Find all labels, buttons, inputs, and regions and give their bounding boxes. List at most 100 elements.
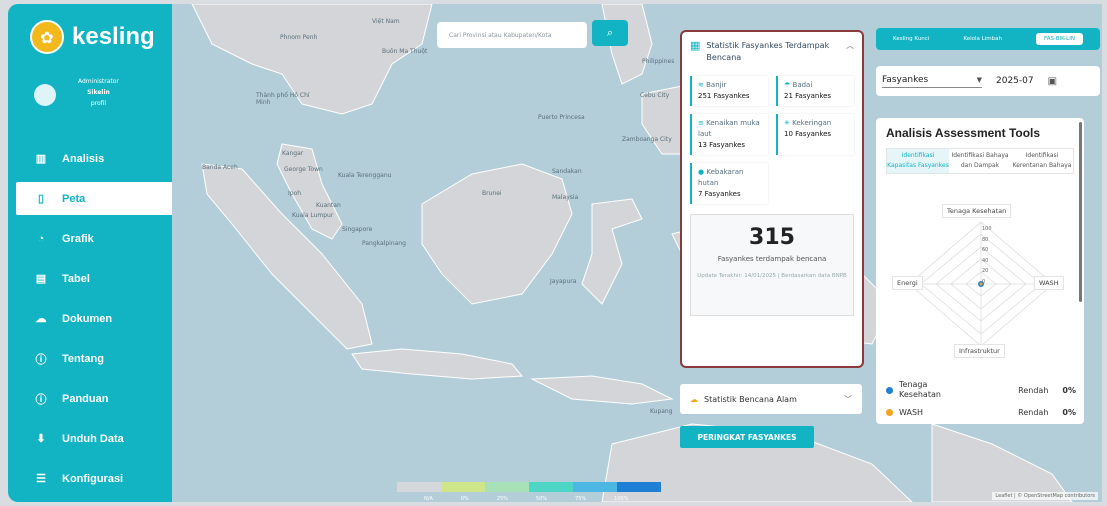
legend-tick: 0% <box>460 496 469 502</box>
profile-link[interactable]: profil <box>78 98 119 109</box>
period-picker[interactable]: 2025-07 ▣ <box>996 76 1057 87</box>
map-label: Kangar <box>282 150 304 157</box>
assessment-title: Analisis Assessment Tools <box>886 126 1041 140</box>
tab-kesling-kunci[interactable]: Kesling Kunci <box>893 36 929 42</box>
chevron-down-icon[interactable]: ﹀ <box>844 394 852 405</box>
legend-swatch <box>617 482 661 492</box>
search-input[interactable]: Cari Provinsi atau Kabupaten/Kota <box>437 22 587 48</box>
stat-bencana-alam-panel[interactable]: ☁ Statistik Bencana Alam ﹀ <box>680 384 862 414</box>
sidebar-item-peta[interactable]: ▯ Peta <box>16 182 174 215</box>
stat-panel-header[interactable]: ▦ Statistik Fasyankes Terdampak Bencana … <box>690 40 854 64</box>
legend-tick: 100% <box>614 496 629 502</box>
legend-swatch <box>397 482 441 492</box>
drought-icon: ✳ <box>784 119 790 127</box>
map-label: Zamboanga City <box>622 136 672 143</box>
axis-label-energi: Energi <box>892 276 923 290</box>
search-icon: ⌕ <box>606 26 614 39</box>
legend-tick: 75% <box>575 496 587 502</box>
map-label: Kupang <box>650 408 673 415</box>
assessment-row: WASH Rendah 0% <box>886 408 1076 417</box>
sidebar-item-label: Peta <box>62 192 86 205</box>
card-value: 21 Fasyankes <box>784 92 832 100</box>
sidebar-item-label: Unduh Data <box>62 432 124 445</box>
legend-swatch <box>573 482 617 492</box>
map-label: Kuala Lumpur <box>292 212 334 219</box>
user-role: Administrator <box>78 78 119 85</box>
series-dot <box>886 386 893 394</box>
axis-label-infrastruktur: Infrastruktur <box>954 344 1005 358</box>
avatar[interactable] <box>34 84 56 106</box>
scrollbar[interactable] <box>1079 122 1082 302</box>
card-value: 7 Fasyankes <box>698 190 741 198</box>
map-label: Puerto Princesa <box>538 114 585 121</box>
sidebar-item-analisis[interactable]: ▥ Analisis <box>8 142 174 175</box>
map-label: Thành phố Hồ Chí Minh <box>256 92 310 106</box>
peringkat-fasyankes-button[interactable]: PERINGKAT FASYANKES <box>680 426 814 448</box>
radar-tick: 60 <box>982 247 989 253</box>
map-label: Philippines <box>642 58 675 65</box>
cloud-icon: ☁ <box>35 313 47 325</box>
legend-swatch <box>441 482 485 492</box>
card-label: Banjir <box>706 81 727 89</box>
map-label: Kuantan <box>316 202 341 209</box>
tab-identifikasi-kerentanan[interactable]: Identifikasi Kerentanan Bahaya <box>1011 149 1073 173</box>
tab-fas-bik-lin[interactable]: FAS-BIK-LIN <box>1036 33 1083 45</box>
tab-identifikasi-kapasitas[interactable]: Identifikasi Kapasitas Fasyankes <box>887 149 949 173</box>
map-label: Malaysia <box>552 194 579 201</box>
period-value: 2025-07 <box>996 76 1034 86</box>
card-label: Kekeringan <box>792 119 832 127</box>
radar-tick: 20 <box>982 268 989 274</box>
search-button[interactable]: ⌕ <box>592 20 628 46</box>
calendar-icon[interactable]: ▣ <box>1048 76 1057 87</box>
radar-tick: 100 <box>982 226 992 232</box>
sidebar-item-grafik[interactable]: ◔ Grafik <box>8 222 174 255</box>
stat-panel-title: Statistik Fasyankes Terdampak Bencana <box>706 41 830 62</box>
row-percent: 0% <box>1062 385 1076 395</box>
map-label: Ipoh <box>288 190 302 197</box>
row-name: Tenaga Kesehatan <box>899 380 941 399</box>
storm-icon: ☂ <box>784 81 791 89</box>
sidebar-item-tentang[interactable]: ⓘ Tentang <box>8 342 174 375</box>
weather-icon: ☁ <box>690 394 698 404</box>
sidebar-item-tabel[interactable]: ▤ Tabel <box>8 262 174 295</box>
update-note: Update Terakhir: 14/01/2025 | Berdasarka… <box>697 273 847 279</box>
top-tabs: Kesling Kunci Kelola Limbah FAS-BIK-LIN <box>876 28 1100 50</box>
map-icon: ▯ <box>37 193 45 205</box>
chevron-up-icon[interactable]: ︿ <box>846 40 854 52</box>
map-label: Singapore <box>342 226 373 233</box>
radar-tick: 80 <box>982 236 989 243</box>
map-label: Kuala Terengganu <box>338 172 392 179</box>
card-value: 10 Fasyankes <box>784 130 832 138</box>
sidebar-item-label: Dokumen <box>62 312 113 325</box>
map-label: Phnom Penh <box>280 34 318 41</box>
caret-down-icon: ▼ <box>976 75 982 84</box>
tab-identifikasi-bahaya[interactable]: Identifikasi Bahaya dan Dampak <box>949 149 1011 173</box>
sidebar-item-dokumen[interactable]: ☁ Dokumen <box>8 302 174 335</box>
axis-label-tenaga-kesehatan: Tenaga Kesehatan <box>942 204 1012 218</box>
map-legend-scale <box>397 482 661 496</box>
legend-tick: N/A <box>424 496 433 502</box>
sidebar: ✿ kesling Administrator Sikelin profil ▥… <box>8 4 174 502</box>
map-label: Pangkalpinang <box>362 240 406 247</box>
axis-label-wash: WASH <box>1034 276 1064 290</box>
sidebar-item-label: Tabel <box>62 272 90 285</box>
sidebar-item-panduan[interactable]: ⓘ Panduan <box>8 382 174 415</box>
table-icon: ▤ <box>35 273 47 285</box>
sidebar-item-unduh-data[interactable]: ⬇ Unduh Data <box>8 422 174 455</box>
filter-bar: Fasyankes ▼ 2025-07 ▣ <box>876 66 1100 96</box>
row-level: Rendah <box>1018 385 1049 395</box>
app-logo[interactable]: ✿ kesling <box>30 20 155 54</box>
sidebar-nav: ▥ Analisis ▯ Peta ◔ Grafik ▤ Tabel ☁ Dokumen … <box>8 142 174 502</box>
row-percent: 0% <box>1062 408 1076 417</box>
map-label: Cebu City <box>640 92 670 99</box>
legend-swatch <box>485 482 529 492</box>
flood-icon: ≋ <box>698 81 704 89</box>
sidebar-item-konfigurasi[interactable]: ☰ Konfigurasi <box>8 462 174 495</box>
facility-type-select[interactable]: Fasyankes ▼ <box>882 75 982 88</box>
tab-kelola-limbah[interactable]: Kelola Limbah <box>963 36 1002 42</box>
map-attribution[interactable]: Leaflet | © OpenStreetMap contributors <box>992 492 1098 500</box>
stat-cards: ≋ Banjir 251 Fasyankes ☂ Badai 21 Fasyan… <box>690 76 854 204</box>
sea-level-icon: ≡ <box>698 119 704 127</box>
series-dot <box>886 409 893 416</box>
logo-icon: ✿ <box>30 20 64 54</box>
